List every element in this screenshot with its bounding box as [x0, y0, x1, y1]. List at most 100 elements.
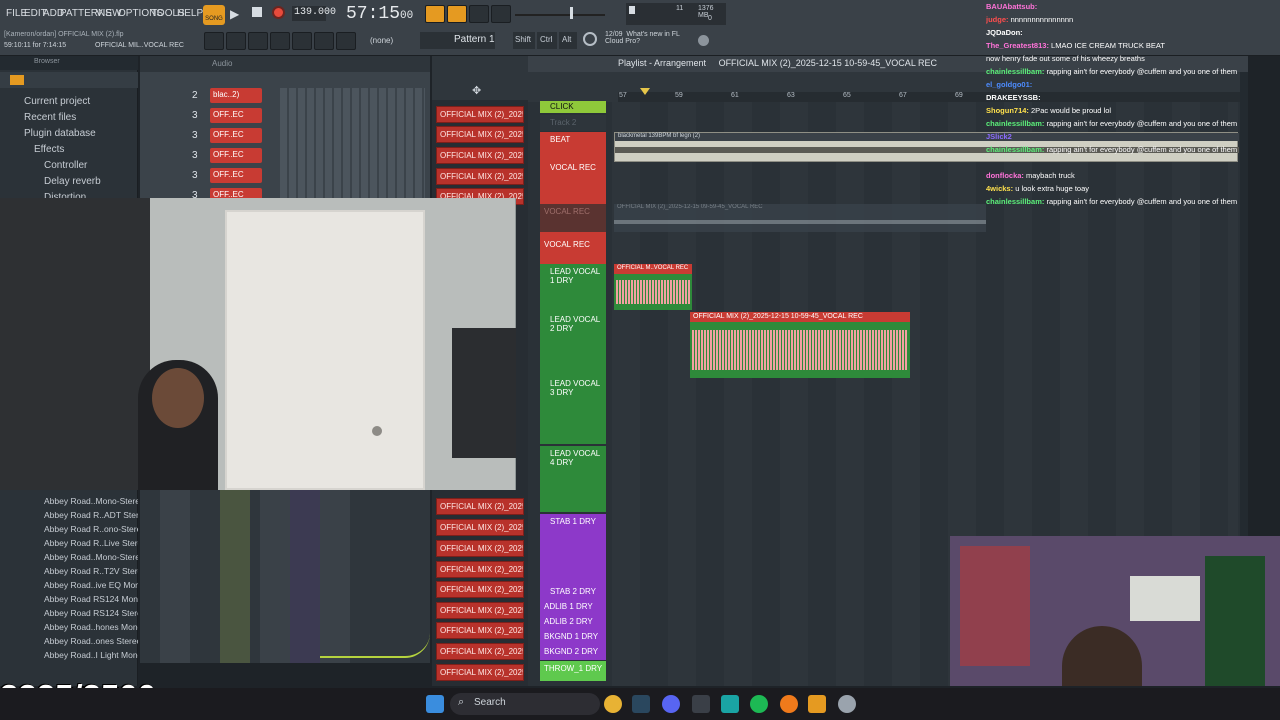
track-name: ADLIB 2 DRY [544, 617, 593, 626]
track-header[interactable]: Track 2 [540, 115, 606, 131]
browser-app-icon[interactable] [780, 695, 798, 713]
track-header[interactable]: STAB 2 DRY [540, 584, 606, 600]
start-icon[interactable] [426, 695, 444, 713]
steam-icon[interactable] [632, 695, 650, 713]
master-volume-handle[interactable] [570, 7, 573, 19]
clip-item[interactable]: OFFICIAL MIX (2)_2025-1.. [436, 540, 524, 557]
global-icon[interactable] [698, 35, 709, 46]
pattern-selector[interactable]: Pattern 1 [420, 32, 495, 49]
ruler-bar-label: 69 [955, 92, 963, 99]
track-header[interactable]: ADLIB 1 DRY [540, 600, 606, 615]
mixer-strip[interactable] [260, 488, 290, 663]
mixer-strip[interactable] [290, 488, 320, 663]
mixer-strip[interactable] [220, 488, 250, 663]
clip-item[interactable]: OFFICIAL MIX (2)_2025-1.. [436, 147, 524, 164]
snap-selector[interactable]: (none) [366, 33, 416, 49]
track-header[interactable]: STAB 1 DRY [540, 514, 606, 584]
browser-item-effects[interactable]: Effects [0, 144, 138, 160]
track-header[interactable]: VOCAL REC [540, 232, 606, 264]
track-header[interactable]: LEAD VOCAL 3 DRY [540, 376, 606, 444]
piano-roll-button[interactable] [226, 32, 246, 50]
browser-item-delay-reverb[interactable]: Delay reverb [0, 176, 138, 192]
news-icon[interactable] [583, 32, 597, 46]
chat-text: rapping ain't for everybody @cuffem and … [1046, 145, 1238, 154]
track-header[interactable]: ADLIB 2 DRY [540, 615, 606, 630]
app-icon[interactable] [721, 695, 739, 713]
mixer-button[interactable] [270, 32, 290, 50]
channel-name-button[interactable]: OFF..EC [210, 128, 262, 143]
clip-item[interactable]: OFFICIAL MIX (2)_2025-1.. [436, 106, 524, 123]
track-header[interactable]: LEAD VOCAL 1 DRY [540, 264, 606, 312]
menu-help[interactable]: HELP [177, 8, 203, 19]
clip-item[interactable]: OFFICIAL MIX (2)_2025-1.. [436, 126, 524, 143]
track-header[interactable]: CLICK [540, 101, 606, 113]
stream-chat: BAUAbattsub: judge: nnnnnnnnnnnnnnn JQDa… [984, 0, 1280, 222]
lead-vocal-1-clip[interactable]: OFFICIAL M..VOCAL REC [614, 264, 692, 310]
clip-item[interactable]: OFFICIAL MIX (2)_2025-1.. [436, 622, 524, 639]
channel-rack-filter[interactable]: Audio [140, 56, 430, 72]
channel-name-button[interactable]: blac..2) [210, 88, 262, 103]
browser-item-recent-files[interactable]: Recent files [0, 112, 138, 128]
track-header[interactable]: THROW_1 DRY [540, 661, 606, 681]
clip-item[interactable]: OFFICIAL MIX (2)_2025-1.. [436, 519, 524, 536]
chrome-icon[interactable] [604, 695, 622, 713]
settings-icon[interactable] [838, 695, 856, 713]
clip-item[interactable]: OFFICIAL MIX (2)_2025-1.. [436, 602, 524, 619]
countdown-button[interactable] [469, 5, 489, 23]
record-icon[interactable] [272, 6, 285, 19]
clip-item[interactable]: OFFICIAL MIX (2)_2025-1.. [436, 498, 524, 515]
track-header[interactable]: VOCAL REC [540, 160, 606, 204]
clip-item[interactable]: OFFICIAL MIX (2)_2025-1.. [436, 643, 524, 660]
clip-item[interactable]: OFFICIAL MIX (2)_2025-1.. [436, 664, 524, 681]
ctrl-key-button[interactable]: Ctrl [537, 32, 557, 49]
playhead-marker[interactable] [640, 88, 650, 95]
channel-name-button[interactable]: OFF..EC [210, 108, 262, 123]
chat-text: LMAO ICE CREAM TRUCK BEAT [1051, 41, 1165, 50]
browser-button[interactable] [292, 32, 312, 50]
stop-icon[interactable] [252, 7, 262, 17]
shift-key-button[interactable]: Shift [513, 32, 535, 49]
spotify-icon[interactable] [750, 695, 768, 713]
playlist-view-button[interactable] [204, 32, 224, 50]
channel-name-button[interactable]: OFF..EC [210, 148, 262, 163]
track-header[interactable]: LEAD VOCAL 2 DRY [540, 312, 606, 376]
mic-icon[interactable] [336, 32, 356, 50]
step-sequencer-grid[interactable] [280, 88, 425, 206]
browser-mode-icon[interactable] [10, 75, 24, 85]
webcam2-christmas-tree [1205, 556, 1265, 686]
track-header[interactable]: BEAT [540, 132, 606, 160]
channel-rack-button[interactable] [248, 32, 268, 50]
discord-icon[interactable] [662, 695, 680, 713]
taskbar-search[interactable]: ⌕ Search [450, 693, 600, 715]
master-volume-slider[interactable] [515, 14, 605, 16]
step-edit-button[interactable] [491, 5, 511, 23]
browser-item-current-project[interactable]: Current project [0, 96, 138, 112]
clip-item[interactable]: OFFICIAL MIX (2)_2025-1.. [436, 561, 524, 578]
metronome-button[interactable] [425, 5, 445, 23]
tempo-display[interactable]: 139.000 [292, 6, 336, 21]
lead-vocal-2-clip[interactable]: OFFICIAL MIX (2)_2025-12-15 10-59-45_VOC… [690, 312, 910, 378]
news-panel[interactable]: 12/09 What's new in FL Cloud Pro? [605, 31, 680, 45]
clip-item[interactable]: OFFICIAL MIX (2)_2025-1.. [436, 168, 524, 185]
mixer-strip[interactable] [160, 488, 190, 663]
track-header[interactable]: LEAD VOCAL 4 DRY [540, 446, 606, 512]
track-header[interactable]: BKGND 1 DRY [540, 630, 606, 645]
move-icon[interactable]: ✥ [472, 84, 484, 97]
plugin-item[interactable]: Abbey Road..I Light Mono [0, 650, 138, 666]
browser-item-plugin-database[interactable]: Plugin database [0, 128, 138, 144]
alt-key-button[interactable]: Alt [559, 32, 577, 49]
track-header[interactable]: BKGND 2 DRY [540, 645, 606, 660]
webcam2-decor [960, 546, 1030, 666]
clip-item[interactable]: OFFICIAL MIX (2)_2025-1.. [436, 581, 524, 598]
track-header[interactable]: VOCAL REC [540, 204, 606, 232]
fl-studio-icon[interactable] [808, 695, 826, 713]
muted-vocal-clip[interactable]: OFFICIAL MIX (2)_2025-12-15 09-59-45_VOC… [614, 204, 986, 232]
track-name: VOCAL REC [550, 163, 596, 172]
channel-name-button[interactable]: OFF..EC [210, 168, 262, 183]
plugin-picker-button[interactable] [314, 32, 334, 50]
browser-item-controller[interactable]: Controller [0, 160, 138, 176]
song-mode-toggle[interactable]: SONG [203, 5, 225, 25]
wait-input-button[interactable] [447, 5, 467, 23]
play-icon[interactable]: ▶ [230, 7, 239, 21]
obs-icon[interactable] [692, 695, 710, 713]
